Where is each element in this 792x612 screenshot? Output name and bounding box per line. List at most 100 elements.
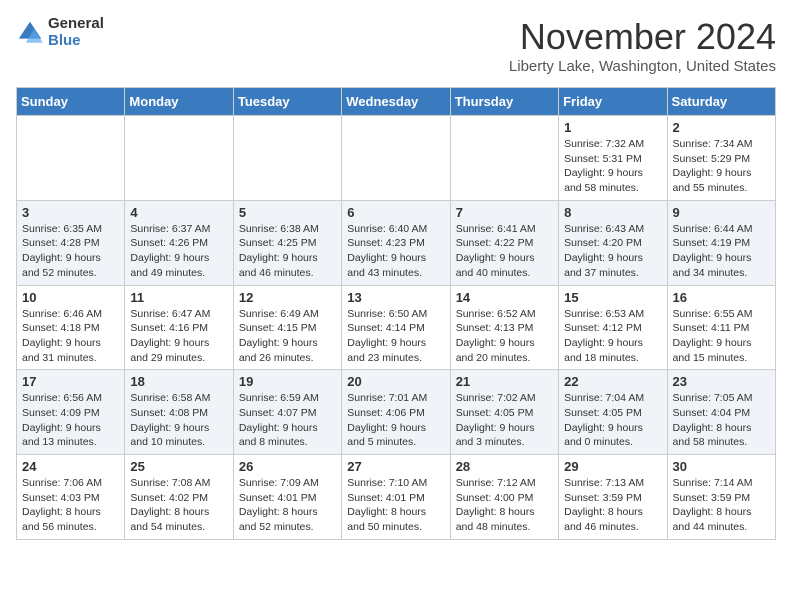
calendar-cell: 28Sunrise: 7:12 AM Sunset: 4:00 PM Dayli…: [450, 455, 558, 540]
day-number: 26: [239, 459, 336, 474]
day-info: Sunrise: 7:14 AM Sunset: 3:59 PM Dayligh…: [673, 476, 770, 535]
day-info: Sunrise: 6:53 AM Sunset: 4:12 PM Dayligh…: [564, 307, 661, 366]
day-info: Sunrise: 7:05 AM Sunset: 4:04 PM Dayligh…: [673, 391, 770, 450]
day-number: 5: [239, 205, 336, 220]
calendar-cell: 10Sunrise: 6:46 AM Sunset: 4:18 PM Dayli…: [17, 285, 125, 370]
day-number: 15: [564, 290, 661, 305]
calendar-cell: 2Sunrise: 7:34 AM Sunset: 5:29 PM Daylig…: [667, 116, 775, 201]
day-info: Sunrise: 6:35 AM Sunset: 4:28 PM Dayligh…: [22, 222, 119, 281]
day-number: 11: [130, 290, 227, 305]
month-title: November 2024: [509, 16, 776, 58]
day-info: Sunrise: 6:52 AM Sunset: 4:13 PM Dayligh…: [456, 307, 553, 366]
day-info: Sunrise: 7:13 AM Sunset: 3:59 PM Dayligh…: [564, 476, 661, 535]
week-row-2: 10Sunrise: 6:46 AM Sunset: 4:18 PM Dayli…: [17, 285, 776, 370]
calendar-cell: 18 Sunrise: 6:58 AM Sunset: 4:08 PM Dayli…: [125, 370, 233, 455]
day-number: 20: [347, 374, 444, 389]
calendar-cell: 21 Sunrise: 7:02 AM Sunset: 4:05 PM Dayli…: [450, 370, 558, 455]
day-number: 22: [564, 374, 661, 389]
day-info: Sunrise: 7:32 AM Sunset: 5:31 PM Dayligh…: [564, 137, 661, 196]
calendar-cell: 16Sunrise: 6:55 AM Sunset: 4:11 PM Dayli…: [667, 285, 775, 370]
calendar-cell: 19 Sunrise: 6:59 AM Sunset: 4:07 PM Dayli…: [233, 370, 341, 455]
day-info: Sunrise: 7:04 AM Sunset: 4:05 PM Dayligh…: [564, 391, 661, 450]
weekday-header-monday: Monday: [125, 88, 233, 116]
day-number: 8: [564, 205, 661, 220]
day-info: Sunrise: 7:06 AM Sunset: 4:03 PM Dayligh…: [22, 476, 119, 535]
calendar-cell: 4 Sunrise: 6:37 AM Sunset: 4:26 PM Daylig…: [125, 200, 233, 285]
calendar-cell: 27 Sunrise: 7:10 AM Sunset: 4:01 PM Dayli…: [342, 455, 450, 540]
weekday-header-sunday: Sunday: [17, 88, 125, 116]
day-info: Sunrise: 7:34 AM Sunset: 5:29 PM Dayligh…: [673, 137, 770, 196]
day-info: Sunrise: 6:50 AM Sunset: 4:14 PM Dayligh…: [347, 307, 444, 366]
day-number: 13: [347, 290, 444, 305]
calendar-cell: [17, 116, 125, 201]
day-info: Sunrise: 6:44 AM Sunset: 4:19 PM Dayligh…: [673, 222, 770, 281]
day-info: Sunrise: 6:47 AM Sunset: 4:16 PM Dayligh…: [130, 307, 227, 366]
day-info: Sunrise: 6:56 AM Sunset: 4:09 PM Dayligh…: [22, 391, 119, 450]
calendar-cell: 11 Sunrise: 6:47 AM Sunset: 4:16 PM Dayli…: [125, 285, 233, 370]
calendar-cell: 24Sunrise: 7:06 AM Sunset: 4:03 PM Dayli…: [17, 455, 125, 540]
logo-text: General Blue: [48, 16, 104, 49]
calendar-cell: 15 Sunrise: 6:53 AM Sunset: 4:12 PM Dayli…: [559, 285, 667, 370]
day-number: 4: [130, 205, 227, 220]
day-info: Sunrise: 6:59 AM Sunset: 4:07 PM Dayligh…: [239, 391, 336, 450]
week-row-3: 17Sunrise: 6:56 AM Sunset: 4:09 PM Dayli…: [17, 370, 776, 455]
calendar-cell: 14 Sunrise: 6:52 AM Sunset: 4:13 PM Dayli…: [450, 285, 558, 370]
day-info: Sunrise: 7:09 AM Sunset: 4:01 PM Dayligh…: [239, 476, 336, 535]
logo-general-label: General: [48, 16, 104, 33]
day-info: Sunrise: 6:38 AM Sunset: 4:25 PM Dayligh…: [239, 222, 336, 281]
day-info: Sunrise: 6:46 AM Sunset: 4:18 PM Dayligh…: [22, 307, 119, 366]
calendar-cell: 3 Sunrise: 6:35 AM Sunset: 4:28 PM Daylig…: [17, 200, 125, 285]
day-number: 14: [456, 290, 553, 305]
weekday-header-friday: Friday: [559, 88, 667, 116]
day-number: 25: [130, 459, 227, 474]
weekday-header-tuesday: Tuesday: [233, 88, 341, 116]
calendar-cell: [233, 116, 341, 201]
calendar-cell: 9 Sunrise: 6:44 AM Sunset: 4:19 PM Daylig…: [667, 200, 775, 285]
calendar-cell: 26 Sunrise: 7:09 AM Sunset: 4:01 PM Dayli…: [233, 455, 341, 540]
day-info: Sunrise: 6:58 AM Sunset: 4:08 PM Dayligh…: [130, 391, 227, 450]
day-number: 28: [456, 459, 553, 474]
calendar-cell: [450, 116, 558, 201]
day-number: 30: [673, 459, 770, 474]
title-area: November 2024 Liberty Lake, Washington, …: [509, 16, 776, 75]
logo-blue-label: Blue: [48, 33, 104, 50]
calendar-cell: 8Sunrise: 6:43 AM Sunset: 4:20 PM Daylig…: [559, 200, 667, 285]
day-number: 19: [239, 374, 336, 389]
calendar-cell: 23Sunrise: 7:05 AM Sunset: 4:04 PM Dayli…: [667, 370, 775, 455]
week-row-4: 24Sunrise: 7:06 AM Sunset: 4:03 PM Dayli…: [17, 455, 776, 540]
day-info: Sunrise: 6:40 AM Sunset: 4:23 PM Dayligh…: [347, 222, 444, 281]
weekday-header-saturday: Saturday: [667, 88, 775, 116]
day-info: Sunrise: 7:08 AM Sunset: 4:02 PM Dayligh…: [130, 476, 227, 535]
location-subtitle: Liberty Lake, Washington, United States: [509, 58, 776, 75]
day-number: 7: [456, 205, 553, 220]
day-number: 9: [673, 205, 770, 220]
day-number: 16: [673, 290, 770, 305]
calendar-cell: 29Sunrise: 7:13 AM Sunset: 3:59 PM Dayli…: [559, 455, 667, 540]
header: General Blue November 2024 Liberty Lake,…: [16, 16, 776, 75]
day-info: Sunrise: 7:02 AM Sunset: 4:05 PM Dayligh…: [456, 391, 553, 450]
calendar-cell: [342, 116, 450, 201]
calendar-cell: [125, 116, 233, 201]
calendar-header: SundayMondayTuesdayWednesdayThursdayFrid…: [17, 88, 776, 116]
calendar-cell: 25 Sunrise: 7:08 AM Sunset: 4:02 PM Dayli…: [125, 455, 233, 540]
logo: General Blue: [16, 16, 104, 49]
calendar-cell: 7 Sunrise: 6:41 AM Sunset: 4:22 PM Daylig…: [450, 200, 558, 285]
day-info: Sunrise: 7:10 AM Sunset: 4:01 PM Dayligh…: [347, 476, 444, 535]
calendar-cell: 6 Sunrise: 6:40 AM Sunset: 4:23 PM Daylig…: [342, 200, 450, 285]
week-row-0: 1Sunrise: 7:32 AM Sunset: 5:31 PM Daylig…: [17, 116, 776, 201]
calendar-cell: 20Sunrise: 7:01 AM Sunset: 4:06 PM Dayli…: [342, 370, 450, 455]
day-number: 3: [22, 205, 119, 220]
calendar-cell: 17Sunrise: 6:56 AM Sunset: 4:09 PM Dayli…: [17, 370, 125, 455]
day-info: Sunrise: 6:37 AM Sunset: 4:26 PM Dayligh…: [130, 222, 227, 281]
weekday-header-row: SundayMondayTuesdayWednesdayThursdayFrid…: [17, 88, 776, 116]
day-number: 18: [130, 374, 227, 389]
day-info: Sunrise: 6:41 AM Sunset: 4:22 PM Dayligh…: [456, 222, 553, 281]
week-row-1: 3 Sunrise: 6:35 AM Sunset: 4:28 PM Daylig…: [17, 200, 776, 285]
day-number: 21: [456, 374, 553, 389]
logo-icon: [16, 19, 44, 47]
calendar-cell: 1Sunrise: 7:32 AM Sunset: 5:31 PM Daylig…: [559, 116, 667, 201]
day-number: 6: [347, 205, 444, 220]
calendar-cell: 22 Sunrise: 7:04 AM Sunset: 4:05 PM Dayli…: [559, 370, 667, 455]
day-number: 27: [347, 459, 444, 474]
day-info: Sunrise: 6:49 AM Sunset: 4:15 PM Dayligh…: [239, 307, 336, 366]
